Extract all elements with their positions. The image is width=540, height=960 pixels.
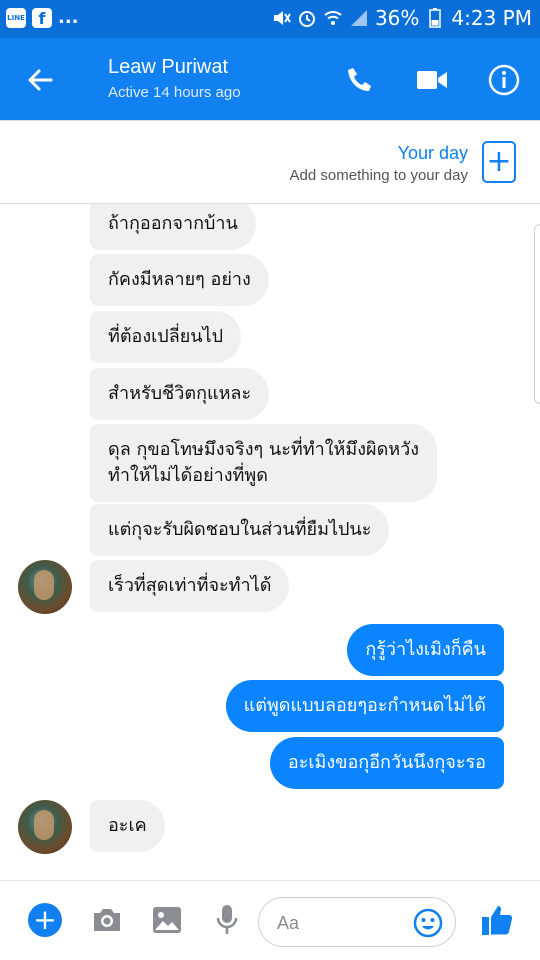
message-input[interactable] <box>277 910 417 936</box>
message-bubble-received[interactable]: สำหรับชีวิตกุแหละ <box>90 368 270 420</box>
notification-icons: LINE f ... <box>6 8 79 28</box>
message-bubble-sent[interactable]: กุรู้ว่าไงเมิงก็คืน <box>347 624 504 676</box>
camera-button[interactable] <box>88 901 126 939</box>
back-button[interactable] <box>20 60 60 100</box>
plus-icon: + <box>486 144 512 179</box>
wifi-icon <box>323 8 343 28</box>
message-bubble-received[interactable]: อะเค <box>90 800 165 852</box>
message-bubble-sent[interactable]: อะเมิงขอกุอีกวันนึงกุจะรอ <box>269 737 504 789</box>
mute-icon <box>271 8 291 28</box>
your-day-title[interactable]: Your day <box>398 143 468 164</box>
back-arrow-icon <box>28 69 53 91</box>
contact-avatar[interactable] <box>18 560 72 614</box>
voice-call-button[interactable] <box>338 58 382 102</box>
like-button[interactable] <box>478 901 516 939</box>
message-bubble-received[interactable]: ที่ต้องเปลี่ยนไป <box>90 311 242 363</box>
battery-icon <box>425 8 445 28</box>
scroll-indicator[interactable] <box>534 224 540 404</box>
message-bubble-received[interactable]: เร็วที่สุดเท่าที่จะทำได้ <box>90 560 290 612</box>
signal-icon <box>349 8 369 28</box>
contact-avatar[interactable] <box>18 800 72 854</box>
message-list[interactable]: ถ้ากุออกจากบ้าน กัคงมีหลายๆ อย่าง ที่ต้อ… <box>0 204 540 880</box>
microphone-icon <box>216 905 238 934</box>
message-bubble-sent[interactable]: แต่พูดแบบลอยๆอะกำหนดไม่ได้ <box>225 680 504 732</box>
facebook-app-icon: f <box>32 8 52 28</box>
message-input-container[interactable] <box>258 897 456 947</box>
info-icon <box>488 64 520 96</box>
your-day-banner[interactable]: Your day Add something to your day + <box>0 120 540 204</box>
clock-time: 4:23 PM <box>451 6 532 30</box>
camera-icon <box>94 909 120 931</box>
video-call-button[interactable] <box>410 58 454 102</box>
alarm-icon <box>297 8 317 28</box>
voice-message-button[interactable] <box>208 901 246 939</box>
message-bubble-received[interactable]: ถ้ากุออกจากบ้าน <box>90 204 256 250</box>
phone-icon <box>348 68 371 91</box>
image-icon <box>153 907 181 933</box>
conversation-info-button[interactable] <box>482 58 526 102</box>
line-app-icon: LINE <box>6 8 26 28</box>
contact-name[interactable]: Leaw Puriwat <box>108 56 228 79</box>
plus-icon: + <box>28 903 62 937</box>
more-actions-button[interactable]: + <box>26 901 64 939</box>
your-day-subtitle: Add something to your day <box>289 167 468 184</box>
contact-active-status: Active 14 hours ago <box>108 84 241 101</box>
status-bar: LINE f ... 36% 4:23 PM <box>0 0 540 38</box>
message-bubble-received[interactable]: กัคงมีหลายๆ อย่าง <box>90 254 269 306</box>
emoji-icon[interactable] <box>413 908 443 938</box>
battery-percent: 36% <box>374 6 420 30</box>
message-composer: + <box>0 880 540 960</box>
thumbs-up-icon <box>482 906 513 935</box>
add-to-your-day-button[interactable]: + <box>482 141 516 183</box>
gallery-button[interactable] <box>148 901 186 939</box>
conversation-header: Leaw Puriwat Active 14 hours ago <box>0 38 540 120</box>
message-bubble-received[interactable]: ดุล กุขอโทษมึงจริงๆ นะที่ทำให้มึงผิดหวัง… <box>90 424 438 502</box>
video-camera-icon <box>417 71 447 89</box>
message-bubble-received[interactable]: แต่กุจะรับผิดชอบในส่วนที่ยืมไปนะ <box>90 504 390 556</box>
system-indicators: 36% 4:23 PM <box>271 6 532 30</box>
more-notifications-indicator: ... <box>58 7 79 28</box>
